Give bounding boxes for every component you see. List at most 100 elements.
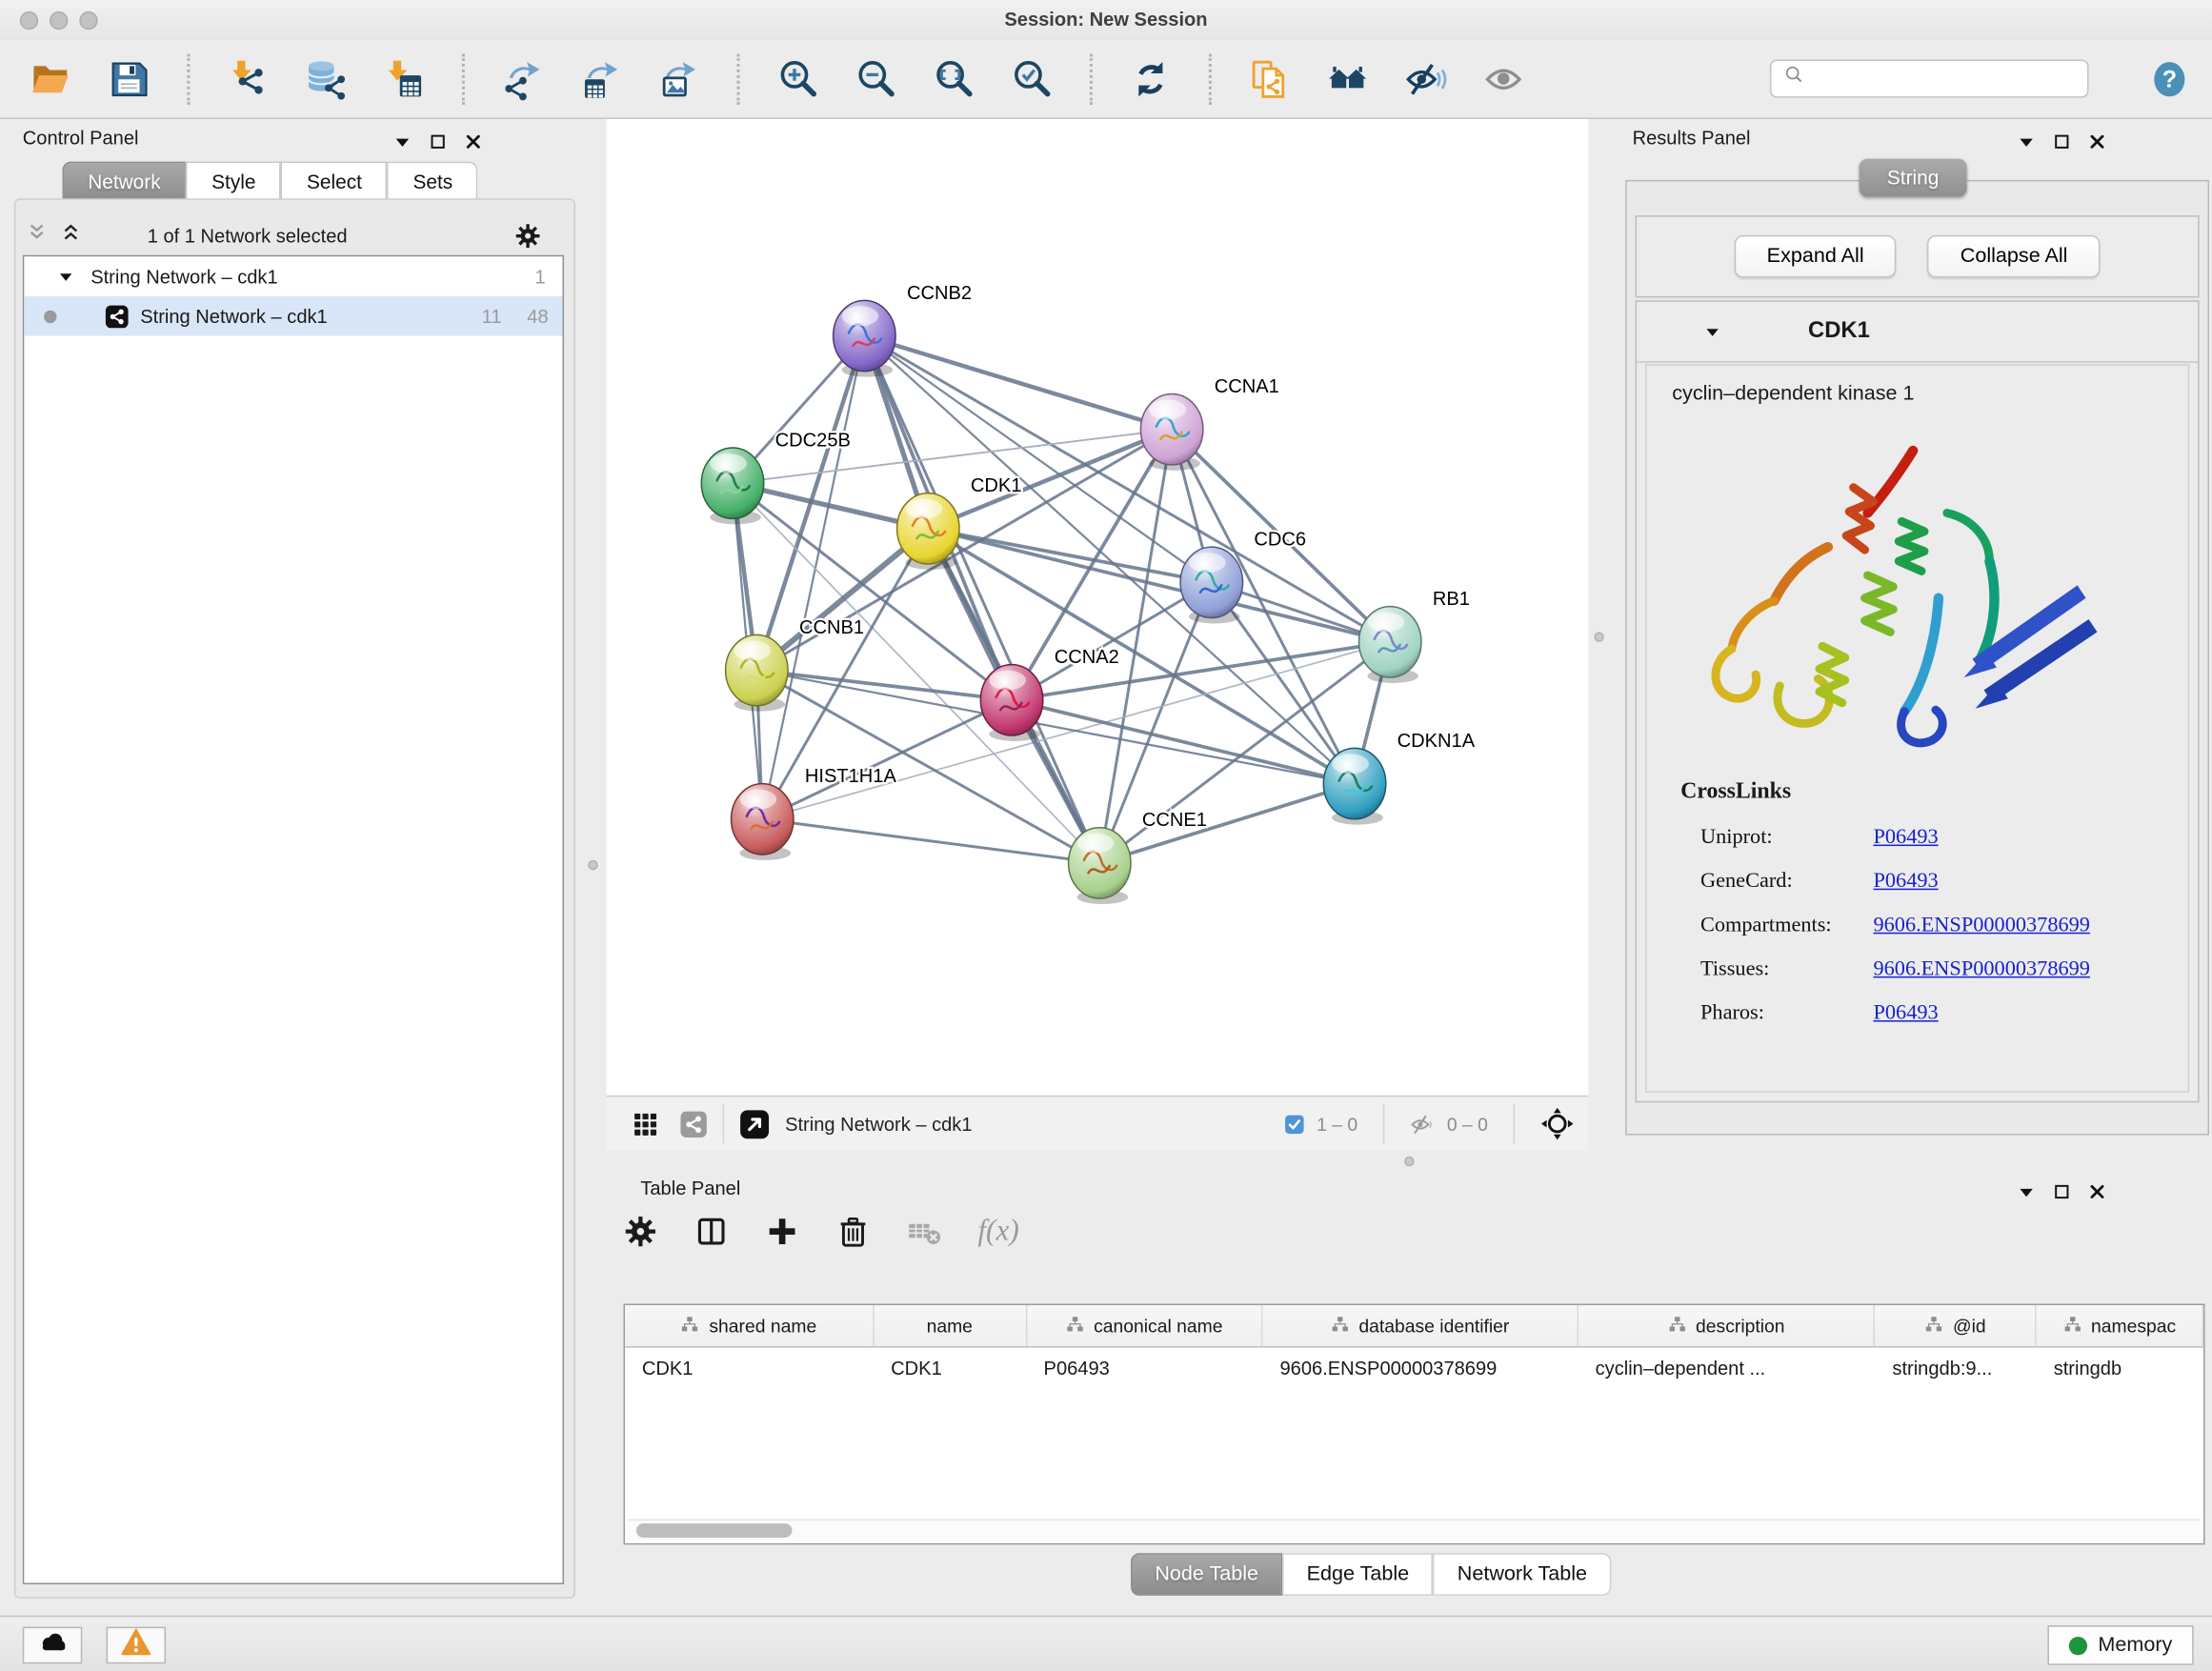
- network-node-CCNE1[interactable]: [1069, 828, 1131, 898]
- export-table-button[interactable]: [578, 56, 624, 102]
- network-node-HIST1H1A[interactable]: [732, 784, 794, 855]
- network-node-CDC25B[interactable]: [701, 448, 763, 518]
- network-node-CCNB2[interactable]: [834, 300, 895, 371]
- table-cell[interactable]: P06493: [1027, 1358, 1263, 1379]
- selected-checkbox-icon[interactable]: [1284, 1113, 1305, 1134]
- column-header-name[interactable]: name: [874, 1305, 1026, 1346]
- network-row[interactable]: String Network – cdk1 11 48: [24, 296, 562, 336]
- scrollbar-thumb[interactable]: [636, 1523, 793, 1538]
- network-node-RB1[interactable]: [1359, 607, 1421, 677]
- gene-card-header[interactable]: CDK1: [1637, 302, 2198, 363]
- table-toolbar: f(x): [624, 1213, 1019, 1248]
- collection-caret-icon[interactable]: [58, 270, 73, 282]
- table-cell[interactable]: stringdb:9...: [1876, 1358, 2037, 1379]
- network-canvas[interactable]: CCNB2CCNA1CDC25BCDK1CDC6RB1CCNB1CCNA2CDK…: [607, 119, 1589, 1096]
- table-cell[interactable]: CDK1: [874, 1358, 1026, 1379]
- column-header-database-identifier[interactable]: database identifier: [1263, 1305, 1579, 1346]
- tab-sets[interactable]: Sets: [388, 162, 478, 200]
- export-network-button[interactable]: [500, 56, 546, 102]
- help-button[interactable]: ?: [2147, 56, 2193, 102]
- table-options-gear-icon[interactable]: [624, 1214, 658, 1248]
- network-node-CCNB1[interactable]: [726, 634, 788, 705]
- memory-button[interactable]: Memory: [2047, 1625, 2194, 1665]
- bottom-splitter-handle[interactable]: [1404, 1157, 1414, 1166]
- node-label-RB1: RB1: [1433, 589, 1470, 610]
- collapse-all-networks-icon[interactable]: [26, 220, 49, 250]
- tab-network-table[interactable]: Network Table: [1433, 1553, 1611, 1596]
- crosslink-compartments-link[interactable]: 9606.ENSP00000378699: [1873, 914, 2089, 937]
- warnings-button[interactable]: [107, 1627, 166, 1664]
- search-field[interactable]: [1770, 59, 2089, 97]
- save-session-button[interactable]: [107, 56, 152, 102]
- crosslink-uniprot-link[interactable]: P06493: [1873, 826, 1938, 850]
- show-graphics-button[interactable]: [1480, 56, 1526, 102]
- column-label: description: [1696, 1315, 1785, 1336]
- column-header-namespac[interactable]: namespac: [2037, 1305, 2203, 1346]
- maximize-panel-icon[interactable]: [430, 133, 447, 151]
- network-share-icon[interactable]: [679, 1109, 709, 1138]
- open-in-new-icon[interactable]: [738, 1107, 771, 1139]
- fit-content-crosshair-icon[interactable]: [1540, 1107, 1575, 1141]
- close-panel-icon[interactable]: [465, 133, 482, 151]
- table-cell[interactable]: CDK1: [625, 1358, 874, 1379]
- column-header-shared-name[interactable]: shared name: [625, 1305, 874, 1346]
- hide-graphics-button[interactable]: [1403, 56, 1449, 102]
- column-header--id[interactable]: @id: [1876, 1305, 2037, 1346]
- crosslink-genecard-link[interactable]: P06493: [1873, 870, 1938, 894]
- network-node-CDKN1A[interactable]: [1323, 748, 1385, 818]
- import-network-file-button[interactable]: [226, 56, 271, 102]
- float-panel-icon[interactable]: [394, 135, 412, 148]
- hidden-eye-icon[interactable]: [1410, 1111, 1436, 1137]
- table-cell[interactable]: 9606.ENSP00000378699: [1263, 1358, 1579, 1379]
- column-header-canonical-name[interactable]: canonical name: [1027, 1305, 1263, 1346]
- delete-column-icon[interactable]: [836, 1214, 871, 1248]
- collapse-all-button[interactable]: Collapse All: [1928, 235, 2101, 278]
- birdseye-grid-icon[interactable]: [632, 1110, 658, 1137]
- network-node-CDC6[interactable]: [1180, 547, 1242, 617]
- open-session-button[interactable]: [29, 56, 74, 102]
- table-horizontal-scrollbar[interactable]: [628, 1520, 2201, 1540]
- crosslink-tissues-link[interactable]: 9606.ENSP00000378699: [1873, 958, 2089, 982]
- tab-edge-table[interactable]: Edge Table: [1282, 1553, 1433, 1596]
- zoom-selected-button[interactable]: [1009, 56, 1055, 102]
- toolbar-separator: [1209, 53, 1212, 105]
- tab-style[interactable]: Style: [186, 162, 281, 200]
- export-image-button[interactable]: [656, 56, 702, 102]
- network-options-gear-icon[interactable]: [514, 222, 541, 249]
- show-columns-icon[interactable]: [694, 1214, 729, 1248]
- network-node-CCNA1[interactable]: [1140, 394, 1202, 465]
- network-collection-row[interactable]: String Network – cdk1 1: [24, 256, 562, 296]
- control-panel-tabs: NetworkStyleSelectSets: [62, 162, 477, 200]
- table-cell[interactable]: stringdb: [2037, 1358, 2203, 1379]
- network-type-icon: [105, 304, 129, 328]
- right-splitter-handle[interactable]: [1594, 632, 1603, 641]
- zoom-in-button[interactable]: [775, 56, 821, 102]
- home-button[interactable]: [1325, 56, 1371, 102]
- refresh-button[interactable]: [1128, 56, 1174, 102]
- left-splitter-handle[interactable]: [588, 860, 597, 870]
- network-node-CDK1[interactable]: [897, 493, 959, 564]
- table-panel: f(x) shared namenamecanonical namedataba…: [584, 1151, 2212, 1616]
- import-network-database-button[interactable]: [303, 56, 349, 102]
- tab-node-table[interactable]: Node Table: [1131, 1553, 1282, 1596]
- expand-all-networks-icon[interactable]: [59, 220, 82, 250]
- search-input[interactable]: [1814, 67, 2076, 91]
- import-table-button[interactable]: [381, 56, 427, 102]
- network-graph[interactable]: CCNB2CCNA1CDC25BCDK1CDC6RB1CCNB1CCNA2CDK…: [607, 119, 1589, 1096]
- add-column-icon[interactable]: [765, 1214, 799, 1248]
- tab-string[interactable]: String: [1860, 159, 1967, 197]
- crosslink-pharos-link[interactable]: P06493: [1873, 1002, 1938, 1026]
- table-cell[interactable]: cyclin–dependent ...: [1579, 1358, 1876, 1379]
- column-header-description[interactable]: description: [1579, 1305, 1876, 1346]
- cloud-status-button[interactable]: [23, 1627, 82, 1664]
- tab-select[interactable]: Select: [281, 162, 387, 200]
- table-row[interactable]: CDK1CDK1P064939606.ENSP00000378699cyclin…: [625, 1348, 2203, 1389]
- network-node-CCNA2[interactable]: [980, 665, 1042, 735]
- zoom-out-button[interactable]: [853, 56, 898, 102]
- tab-network[interactable]: Network: [62, 162, 186, 200]
- zoom-fit-button[interactable]: [931, 56, 976, 102]
- copy-documents-button[interactable]: [1247, 56, 1293, 102]
- collapse-card-caret-icon[interactable]: [1704, 325, 1719, 337]
- current-network-dot: [44, 310, 56, 322]
- expand-all-button[interactable]: Expand All: [1734, 235, 1896, 278]
